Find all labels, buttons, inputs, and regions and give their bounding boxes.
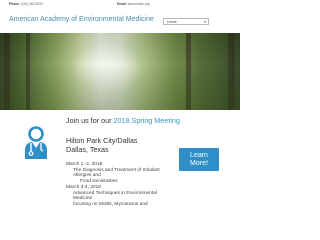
- event-join-heading: Join us for our 2018 Spring Meeting: [66, 116, 206, 125]
- phone-value: (316) 684-5500: [20, 1, 43, 6]
- site-header: American Academy of Environmental Medici…: [0, 7, 240, 33]
- event-schedule: March 1 -2, 2018 The Diagnosis and Treat…: [66, 162, 186, 208]
- meeting-link[interactable]: 2018 Spring Meeting: [114, 116, 180, 125]
- venue-city: Dallas, Texas: [66, 145, 109, 154]
- event-venue: Hilton Park City/Dallas Dallas, Texas: [66, 136, 196, 154]
- phone-contact[interactable]: Phone: (316) 684-5500: [9, 2, 43, 6]
- email-contact[interactable]: Email: aaemonline.org: [117, 2, 149, 6]
- hero-shade-overlay: [0, 33, 240, 110]
- email-label: Email:: [117, 1, 127, 6]
- hero-banner-image: [0, 33, 240, 110]
- navigation-select[interactable]: Home ▾: [163, 18, 209, 25]
- top-contact-bar: Phone: (316) 684-5500 Email: aaemonline.…: [0, 0, 240, 7]
- navigation-select-value: Home: [167, 20, 177, 24]
- join-text: Join us for our: [66, 116, 112, 125]
- email-value: aaemonline.org: [127, 1, 150, 6]
- venue-name: Hilton Park City/Dallas: [66, 136, 138, 145]
- learn-more-label-line1: Learn: [190, 151, 208, 159]
- site-title[interactable]: American Academy of Environmental Medici…: [9, 16, 154, 23]
- chevron-down-icon: ▾: [204, 19, 206, 24]
- phone-label: Phone:: [9, 1, 20, 6]
- schedule-item: focusing on Molds, Mycotoxins and: [73, 201, 148, 207]
- doctor-stethoscope-icon: [25, 126, 47, 159]
